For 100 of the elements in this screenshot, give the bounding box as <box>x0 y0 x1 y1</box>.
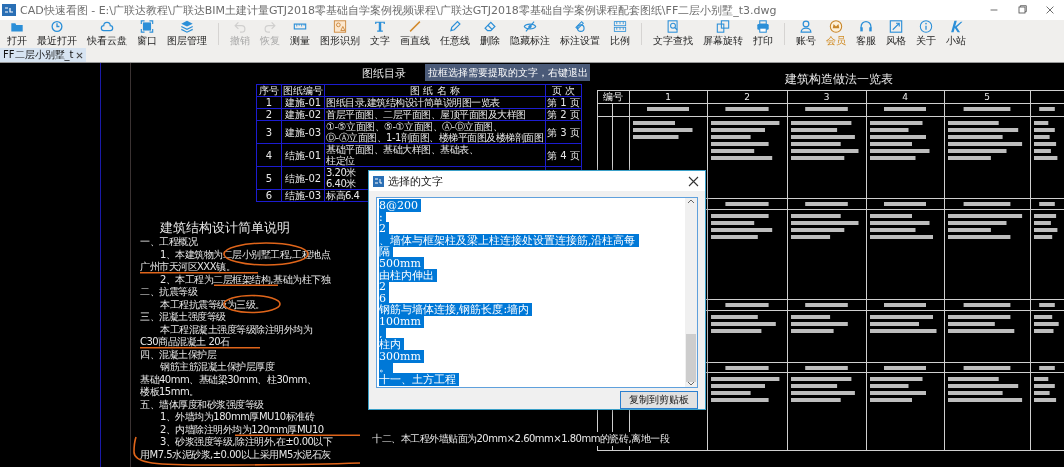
table-cell: 第 4 页 <box>545 143 582 167</box>
toolbar-button[interactable]: 账号 <box>791 20 821 48</box>
illegible-text-drawing <box>870 214 933 239</box>
note-line: 3、砂浆强度等级,除注明外,在±0.00以下 <box>159 436 333 447</box>
note-line: 二、抗震等级 <box>140 286 197 297</box>
toolbar-button[interactable]: 小站 <box>941 20 971 48</box>
illegible-text-drawing <box>725 303 769 307</box>
note-line: 用M7.5水泥砂浆,±0.00以上采用M5水泥石灰 <box>140 448 331 460</box>
illegible-text-drawing <box>711 377 780 402</box>
logo-icon <box>949 20 963 33</box>
table-cell-text: Ⓓ-Ⓐ立面图、1-1剖面图、楼梯平面图及楼梯剖面图 <box>326 132 544 143</box>
scroll-thumb[interactable] <box>686 334 696 382</box>
column-header: 4 <box>902 92 908 102</box>
toolbar-button[interactable]: 打开 <box>2 20 32 48</box>
illegible-text-drawing <box>884 202 926 206</box>
illegible-text-drawing <box>805 107 848 111</box>
toolbar-button[interactable]: 关于 <box>911 20 941 48</box>
note-line: C30商品混凝土 20石 <box>140 336 230 347</box>
note-line: 四、混凝土保护层 <box>140 348 216 360</box>
eye-slash-icon <box>523 20 537 33</box>
illegible-text-drawing <box>1034 315 1059 333</box>
dialog-title: 选择的文字 <box>388 173 444 189</box>
note-line: 2、内墙除注明外均为120mm厚MU10 <box>159 423 324 435</box>
drawing-heading: 图纸目录 <box>362 66 406 81</box>
toolbar-button[interactable]: 标注设置 <box>555 20 605 48</box>
shapes-icon <box>333 20 347 33</box>
illegible-text-drawing <box>884 366 926 370</box>
toolbar-button[interactable]: 风格 <box>881 20 911 48</box>
app-icon <box>373 175 384 187</box>
illegible-text-drawing <box>963 107 1011 111</box>
illegible-text-drawing <box>1039 202 1055 206</box>
note-line: 2、本工程为二层框架结构,基础为柱下独 <box>159 273 331 285</box>
illegible-text-drawing <box>633 121 693 139</box>
illegible-text-drawing <box>725 202 769 206</box>
toolbar-button[interactable]: 任意线 <box>435 20 475 48</box>
cloud-icon <box>100 20 114 33</box>
note-line: 1、外墙均为180mm厚MU10标准砖 <box>159 411 315 422</box>
user-icon <box>799 20 813 33</box>
table-cell: 结施-02 <box>281 166 325 190</box>
column-header: 图纸编号 <box>281 84 325 97</box>
table-cell: 2 <box>256 108 282 121</box>
toolbar-button[interactable]: 图层管理 <box>162 20 212 48</box>
ruler-icon <box>293 20 307 33</box>
column-header: 页 次 <box>545 84 582 97</box>
toolbar-button[interactable]: 删除 <box>475 20 505 48</box>
table-cell: 4 <box>256 143 282 167</box>
note-line: 一、工程概况 <box>140 236 197 247</box>
illegible-text-drawing <box>963 303 1011 307</box>
toolbar-button[interactable]: 打印 <box>748 20 778 48</box>
toolbar-button[interactable]: 快看云盘 <box>82 20 132 48</box>
text-area[interactable]: 8@200 : 2 、墙体与框架柱及梁上柱连接处设置连接筋,沿柱高每 隔 500mm 由柱内伸出 2 6 钢筋与墙体连接,钢筋长度:墙内 100mm , 柱内 300mm 。 十一、土方工程 <box>376 197 698 388</box>
illegible-text-drawing <box>725 107 769 111</box>
window-frame-icon <box>140 20 154 33</box>
scrollbar[interactable] <box>685 198 697 387</box>
close-icon[interactable] <box>687 175 699 187</box>
info-icon <box>919 20 933 33</box>
illegible-text-drawing <box>948 315 1015 333</box>
toolbar-button[interactable]: 窗口 <box>132 20 162 48</box>
table-cell: 第 2 页 <box>545 108 582 121</box>
toolbar-button[interactable]: 文字查找 <box>648 20 698 48</box>
table-cell-text: 3.20米 <box>326 167 356 178</box>
toolbar-button[interactable]: 图形识别 <box>315 20 365 48</box>
toolbar-button[interactable]: 测量 <box>285 20 315 48</box>
window-title: CAD快速看图 - E:\广联达教程\广联达BIM土建计量GTJ2018零基础自学案例视频课程\广联达GTJ2018零基础自学案例课程配套图纸\FF二层小别墅_t3.dwg <box>20 2 778 18</box>
file-tab[interactable]: FF二层小别墅_t <box>0 48 87 62</box>
toolbar-button[interactable]: 客服 <box>851 20 881 48</box>
table-cell: 1 <box>256 96 282 109</box>
illegible-text-drawing <box>1034 377 1057 402</box>
table-cell: 结施-01 <box>281 143 325 167</box>
line-icon <box>408 20 422 33</box>
maximize-icon[interactable] <box>1016 4 1028 16</box>
illegible-text-drawing <box>791 377 855 402</box>
toolbar-button[interactable]: 比例 <box>605 20 635 48</box>
illegible-text-drawing <box>884 303 926 307</box>
toolbar-button[interactable]: 屏幕旋转 <box>698 20 748 48</box>
table-cell-text: 6.40米 <box>326 178 356 189</box>
illegible-text-drawing <box>711 214 773 239</box>
toolbar-button[interactable]: 画直线 <box>395 20 435 48</box>
column-header: 3 <box>823 92 830 102</box>
pencil-icon <box>448 20 462 33</box>
toolbar-button[interactable]: 最近打开 <box>32 20 82 48</box>
note-line: 广州市天河区XXX镇。 <box>140 261 236 272</box>
illegible-text-drawing <box>870 377 926 402</box>
column-header: 5 <box>984 92 990 102</box>
close-icon[interactable] <box>76 51 84 59</box>
illegible-text-drawing <box>805 303 848 307</box>
illegible-text-drawing <box>1034 214 1058 239</box>
text-tool-icon <box>373 20 387 33</box>
note-line: 基础40mm、基础梁30mm、柱30mm、 <box>140 373 317 385</box>
illegible-text-drawing <box>647 107 689 111</box>
illegible-text-drawing <box>884 107 926 111</box>
copy-button[interactable]: 复制到剪贴板 <box>620 391 698 409</box>
table-cell: 建施-02 <box>281 108 325 121</box>
toolbar-button[interactable]: 隐藏标注 <box>505 20 555 48</box>
illegible-text-drawing <box>791 121 859 160</box>
note-line: 楼板15mm。 <box>140 386 199 397</box>
illegible-text-drawing <box>711 315 776 333</box>
toolbar-button[interactable]: 文字 <box>365 20 395 48</box>
hint-banner: 拉框选择需要提取的文字，右键退出 <box>425 64 590 81</box>
scale-icon <box>613 20 627 33</box>
